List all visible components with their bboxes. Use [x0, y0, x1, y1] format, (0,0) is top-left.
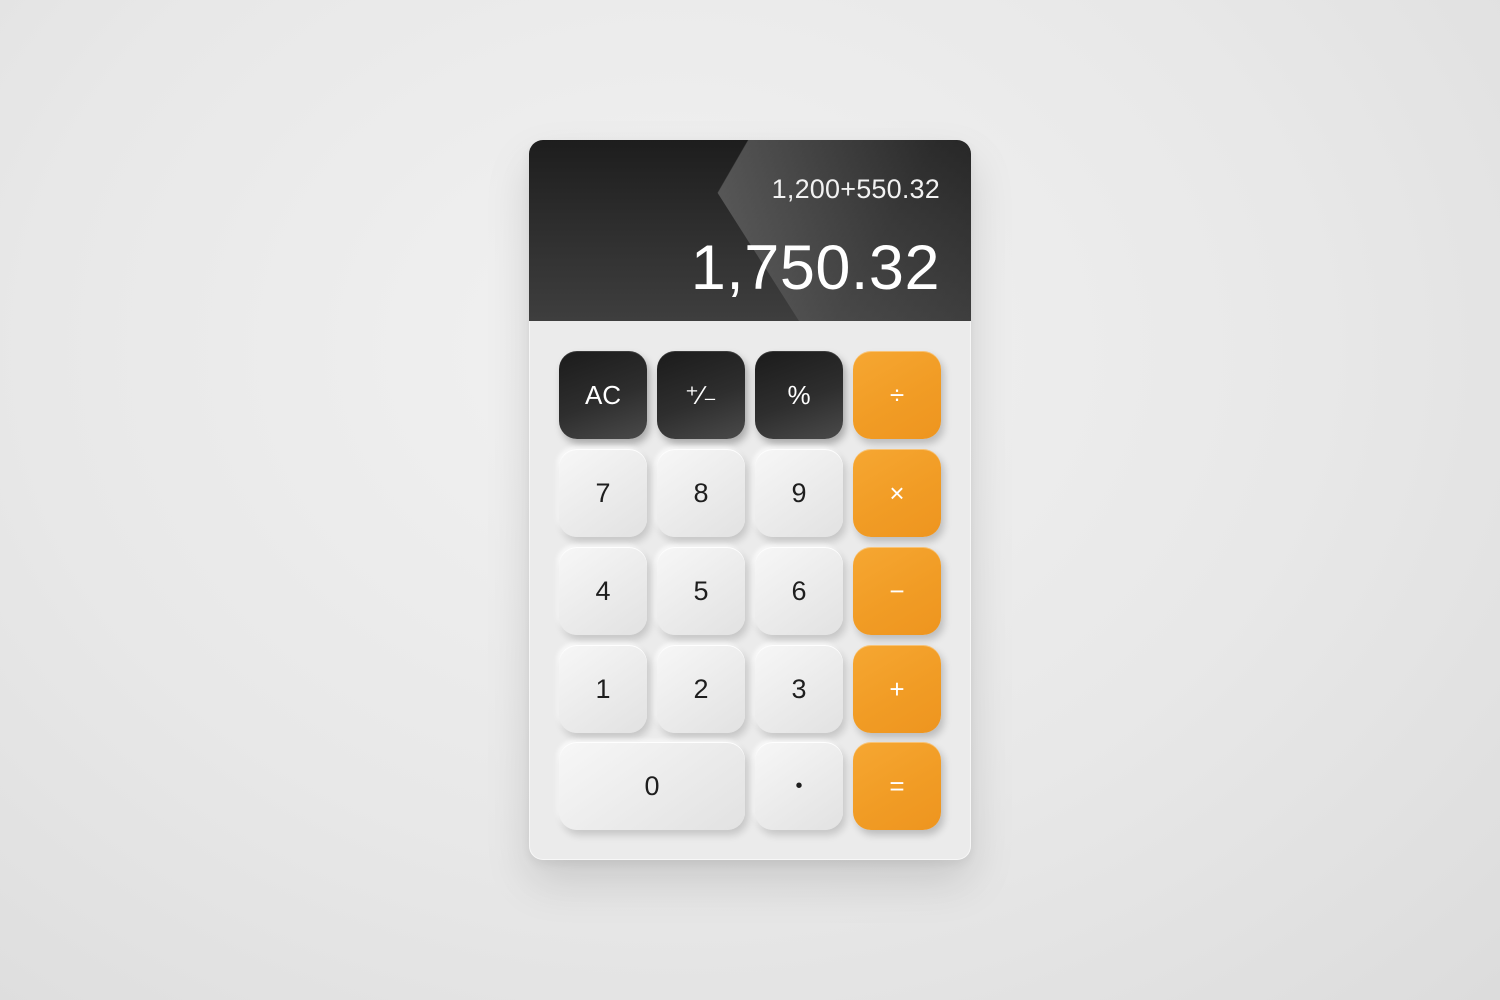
digit-9-button[interactable]: 9 — [755, 449, 843, 537]
digit-4-label: 4 — [595, 575, 611, 606]
digit-7-label: 7 — [595, 477, 611, 508]
equals-label: = — [889, 771, 905, 801]
toggle-sign-label: ⁺∕₋ — [685, 380, 717, 410]
digit-8-button[interactable]: 8 — [657, 449, 745, 537]
digit-3-label: 3 — [791, 673, 807, 704]
calculator: 1,200+550.32 1,750.32 AC ⁺∕₋ % ÷ 7 8 9 ×… — [529, 140, 971, 860]
digit-6-button[interactable]: 6 — [755, 547, 843, 635]
result-readout: 1,750.32 — [690, 233, 940, 303]
digit-1-button[interactable]: 1 — [559, 645, 647, 733]
divide-label: ÷ — [889, 380, 905, 410]
decimal-button[interactable]: • — [755, 742, 843, 830]
subtract-label: − — [889, 576, 905, 606]
toggle-sign-button[interactable]: ⁺∕₋ — [657, 351, 745, 439]
subtract-button[interactable]: − — [853, 547, 941, 635]
digit-0-button[interactable]: 0 — [559, 742, 745, 830]
digit-3-button[interactable]: 3 — [755, 645, 843, 733]
clear-label: AC — [584, 380, 622, 410]
multiply-button[interactable]: × — [853, 449, 941, 537]
digit-7-button[interactable]: 7 — [559, 449, 647, 537]
digit-9-label: 9 — [791, 477, 807, 508]
decimal-label: • — [795, 775, 803, 797]
equals-button[interactable]: = — [853, 742, 941, 830]
digit-5-label: 5 — [693, 575, 709, 606]
expression-readout: 1,200+550.32 — [771, 174, 940, 204]
digit-0-label: 0 — [644, 770, 660, 801]
divide-button[interactable]: ÷ — [853, 351, 941, 439]
digit-1-label: 1 — [595, 673, 611, 704]
display-panel: 1,200+550.32 1,750.32 — [529, 140, 971, 321]
digit-8-label: 8 — [693, 477, 709, 508]
percent-button[interactable]: % — [755, 351, 843, 439]
digit-4-button[interactable]: 4 — [559, 547, 647, 635]
digit-5-button[interactable]: 5 — [657, 547, 745, 635]
add-button[interactable]: + — [853, 645, 941, 733]
digit-6-label: 6 — [791, 575, 807, 606]
percent-label: % — [787, 380, 811, 410]
digit-2-button[interactable]: 2 — [657, 645, 745, 733]
clear-button[interactable]: AC — [559, 351, 647, 439]
add-label: + — [889, 674, 905, 704]
multiply-label: × — [889, 478, 905, 508]
digit-2-label: 2 — [693, 673, 709, 704]
